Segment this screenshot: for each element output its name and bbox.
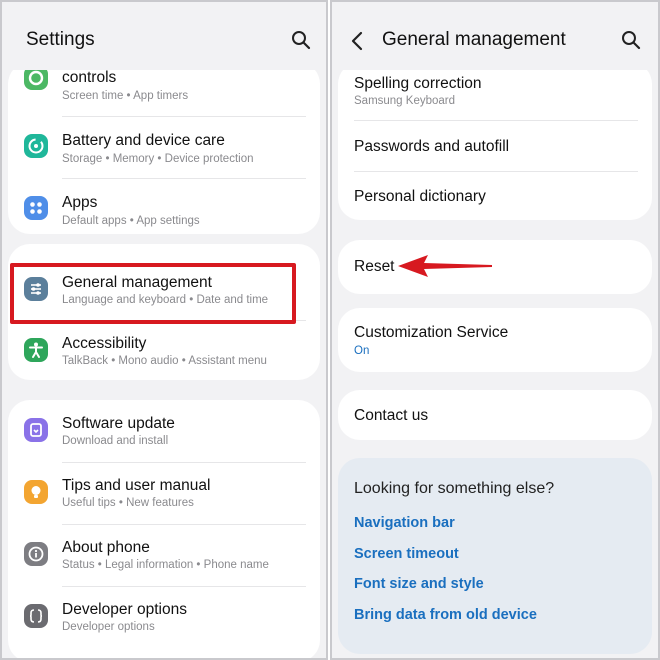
settings-item-about-phone[interactable]: About phone Status • Legal information •… [8, 525, 320, 586]
page-title: Settings [26, 29, 95, 50]
settings-item-title: Tips and user manual [62, 477, 211, 494]
settings-item-subtitle: Download and install [62, 435, 169, 447]
suggestion-link[interactable]: Bring data from old device [354, 607, 537, 623]
gm-item-title: Spelling correction [354, 75, 482, 92]
settings-item-subtitle: Useful tips • New features [62, 497, 194, 509]
gm-item-title: Personal dictionary [354, 188, 486, 205]
gm-item-contact-us[interactable]: Contact us [338, 390, 652, 440]
gm-card-contact: Contact us [338, 390, 652, 440]
settings-item-title: Battery and device care [62, 132, 225, 149]
gm-item-reset[interactable]: Reset [338, 240, 652, 294]
gm-item-title: Contact us [354, 407, 429, 424]
settings-item-title: Developer options [62, 601, 187, 618]
search-icon[interactable] [290, 29, 312, 51]
settings-item-title: Accessibility [62, 335, 147, 352]
software-update-icon [24, 418, 48, 442]
settings-header: Settings [2, 2, 326, 70]
gm-item-title: Customization Service [354, 324, 509, 341]
gm-item-passwords-autofill[interactable]: Passwords and autofill [338, 121, 652, 171]
suggestion-link[interactable]: Screen timeout [354, 546, 459, 562]
settings-item-accessibility[interactable]: Accessibility TalkBack • Mono audio • As… [8, 321, 320, 380]
search-icon[interactable] [620, 29, 642, 51]
general-management-screen: Spelling correction Samsung Keyboard Pas… [330, 0, 660, 660]
settings-item-title: controls [62, 69, 117, 86]
back-arrow-icon[interactable] [348, 30, 368, 52]
settings-item-subtitle: Default apps • App settings [62, 215, 200, 227]
suggestions-heading: Looking for something else? [354, 480, 555, 497]
braces-icon [24, 604, 48, 628]
gm-card-customization: Customization Service On [338, 308, 652, 372]
suggestion-link[interactable]: Font size and style [354, 576, 484, 592]
settings-item-apps[interactable]: Apps Default apps • App settings [8, 179, 320, 234]
highlight-box [10, 263, 296, 324]
settings-screen: controls Screen time • App timers Batter… [0, 0, 328, 660]
settings-card-3: Software update Download and install Tip… [8, 400, 320, 658]
accessibility-icon [24, 338, 48, 362]
settings-item-developer-options[interactable]: Developer options Developer options [8, 587, 320, 649]
apps-icon [24, 196, 48, 220]
settings-item-subtitle: TalkBack • Mono audio • Assistant menu [62, 355, 267, 367]
settings-item-title: About phone [62, 539, 150, 556]
settings-item-subtitle: Screen time • App timers [62, 90, 189, 102]
gm-item-title: Reset [354, 258, 395, 275]
settings-item-subtitle: Developer options [62, 621, 155, 633]
page-title: General management [382, 29, 566, 50]
pointer-arrow-icon [398, 255, 492, 277]
gm-card-reset: Reset [338, 240, 652, 294]
settings-item-digital-wellbeing[interactable]: controls Screen time • App timers [8, 62, 320, 116]
settings-item-tips[interactable]: Tips and user manual Useful tips • New f… [8, 463, 320, 524]
gm-item-title: Passwords and autofill [354, 138, 510, 155]
settings-item-title: Apps [62, 194, 98, 211]
settings-card-1: controls Screen time • App timers Batter… [8, 62, 320, 234]
suggestion-link[interactable]: Navigation bar [354, 515, 455, 531]
gm-card-1: Spelling correction Samsung Keyboard Pas… [338, 62, 652, 220]
gm-item-spelling-correction[interactable]: Spelling correction Samsung Keyboard [338, 62, 652, 120]
lightbulb-icon [24, 480, 48, 504]
settings-item-battery[interactable]: Battery and device care Storage • Memory… [8, 117, 320, 178]
settings-item-subtitle: Storage • Memory • Device protection [62, 153, 254, 165]
gm-item-customization-service[interactable]: Customization Service On [338, 308, 652, 372]
settings-item-subtitle: Status • Legal information • Phone name [62, 559, 269, 571]
gm-item-status: On [354, 345, 370, 357]
settings-item-title: Software update [62, 415, 175, 432]
settings-item-software-update[interactable]: Software update Download and install [8, 400, 320, 462]
suggestions-card: Looking for something else? Navigation b… [338, 458, 652, 654]
gm-item-personal-dictionary[interactable]: Personal dictionary [338, 172, 652, 220]
device-care-icon [24, 134, 48, 158]
gm-item-subtitle: Samsung Keyboard [354, 95, 456, 107]
info-icon [24, 542, 48, 566]
gm-header: General management [332, 2, 658, 70]
